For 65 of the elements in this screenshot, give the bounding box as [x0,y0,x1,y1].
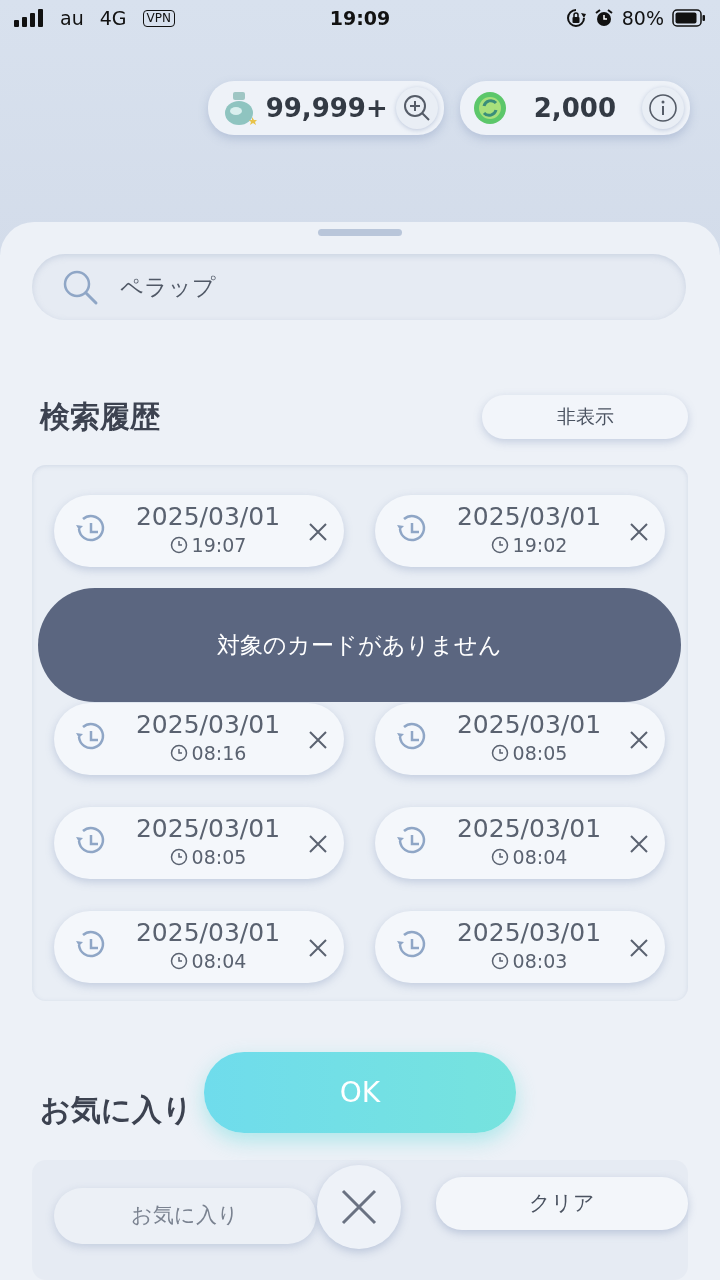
no-cards-toast: 対象のカードがありません [38,588,681,702]
history-date: 2025/03/01 [456,815,602,843]
close-icon [307,936,329,959]
zoom-in-button[interactable] [395,87,438,129]
history-date: 2025/03/01 [135,815,281,843]
history-item[interactable]: 2025/03/01 08:16 [54,703,344,775]
clock-icon [490,743,509,762]
history-time: 08:04 [191,948,247,974]
info-button[interactable] [642,87,684,129]
clock-icon [169,535,188,554]
close-icon [628,520,650,543]
history-item[interactable]: 2025/03/01 08:05 [375,703,665,775]
history-time: 08:16 [191,740,247,766]
history-time: 19:02 [512,532,568,558]
history-date: 2025/03/01 [456,711,602,739]
close-icon [307,520,329,543]
history-time: 19:07 [191,532,247,558]
coin-icon [471,90,508,126]
history-time: 08:04 [512,844,568,870]
history-date: 2025/03/01 [135,711,281,739]
close-icon [628,728,650,751]
info-icon [648,93,678,123]
close-icon [307,728,329,751]
carrier-name: au [60,5,84,31]
currency-amount: 2,000 [533,91,616,125]
clock-icon [169,847,188,866]
history-date: 2025/03/01 [456,919,602,947]
close-icon [339,1187,379,1227]
signal-icon [14,9,44,27]
history-date: 2025/03/01 [135,919,281,947]
clock-icon [490,951,509,970]
rotation-lock-icon [565,8,586,28]
clock-icon [169,951,188,970]
history-item[interactable]: 2025/03/01 08:03 [375,911,665,983]
favorite-tab[interactable]: お気に入り [54,1188,316,1244]
vpn-indicator: VPN [142,9,175,27]
battery-percent: 80% [621,5,664,31]
close-icon [628,936,650,959]
section-title: 検索履歴 [40,398,160,436]
clock-icon [169,743,188,762]
history-date: 2025/03/01 [135,503,281,531]
section-title: お気に入り [40,1091,193,1129]
history-time: 08:05 [191,844,247,870]
history-time: 08:05 [512,740,568,766]
battery-icon [672,9,706,27]
history-item[interactable]: 2025/03/01 19:07 [54,495,344,567]
clock-icon [490,535,509,554]
history-time: 08:03 [512,948,568,974]
close-icon [628,832,650,855]
clock-time: 19:09 [329,5,391,31]
zoom-in-icon [401,93,432,123]
history-item[interactable]: 2025/03/01 08:04 [375,807,665,879]
hide-button[interactable]: 非表示 [482,394,688,439]
drag-handle[interactable] [318,229,402,236]
alarm-icon [593,8,614,28]
history-date: 2025/03/01 [456,503,602,531]
network-type: 4G [99,5,127,31]
history-item[interactable]: 2025/03/01 08:05 [54,807,344,879]
history-item[interactable]: 2025/03/01 08:04 [54,911,344,983]
clear-button[interactable]: クリア [436,1177,688,1230]
search-field[interactable]: ペラップ [32,254,686,320]
close-icon [307,832,329,855]
history-item[interactable]: 2025/03/01 19:02 [375,495,665,567]
clock-icon [490,847,509,866]
currency-amount: 99,999+ [265,91,388,125]
